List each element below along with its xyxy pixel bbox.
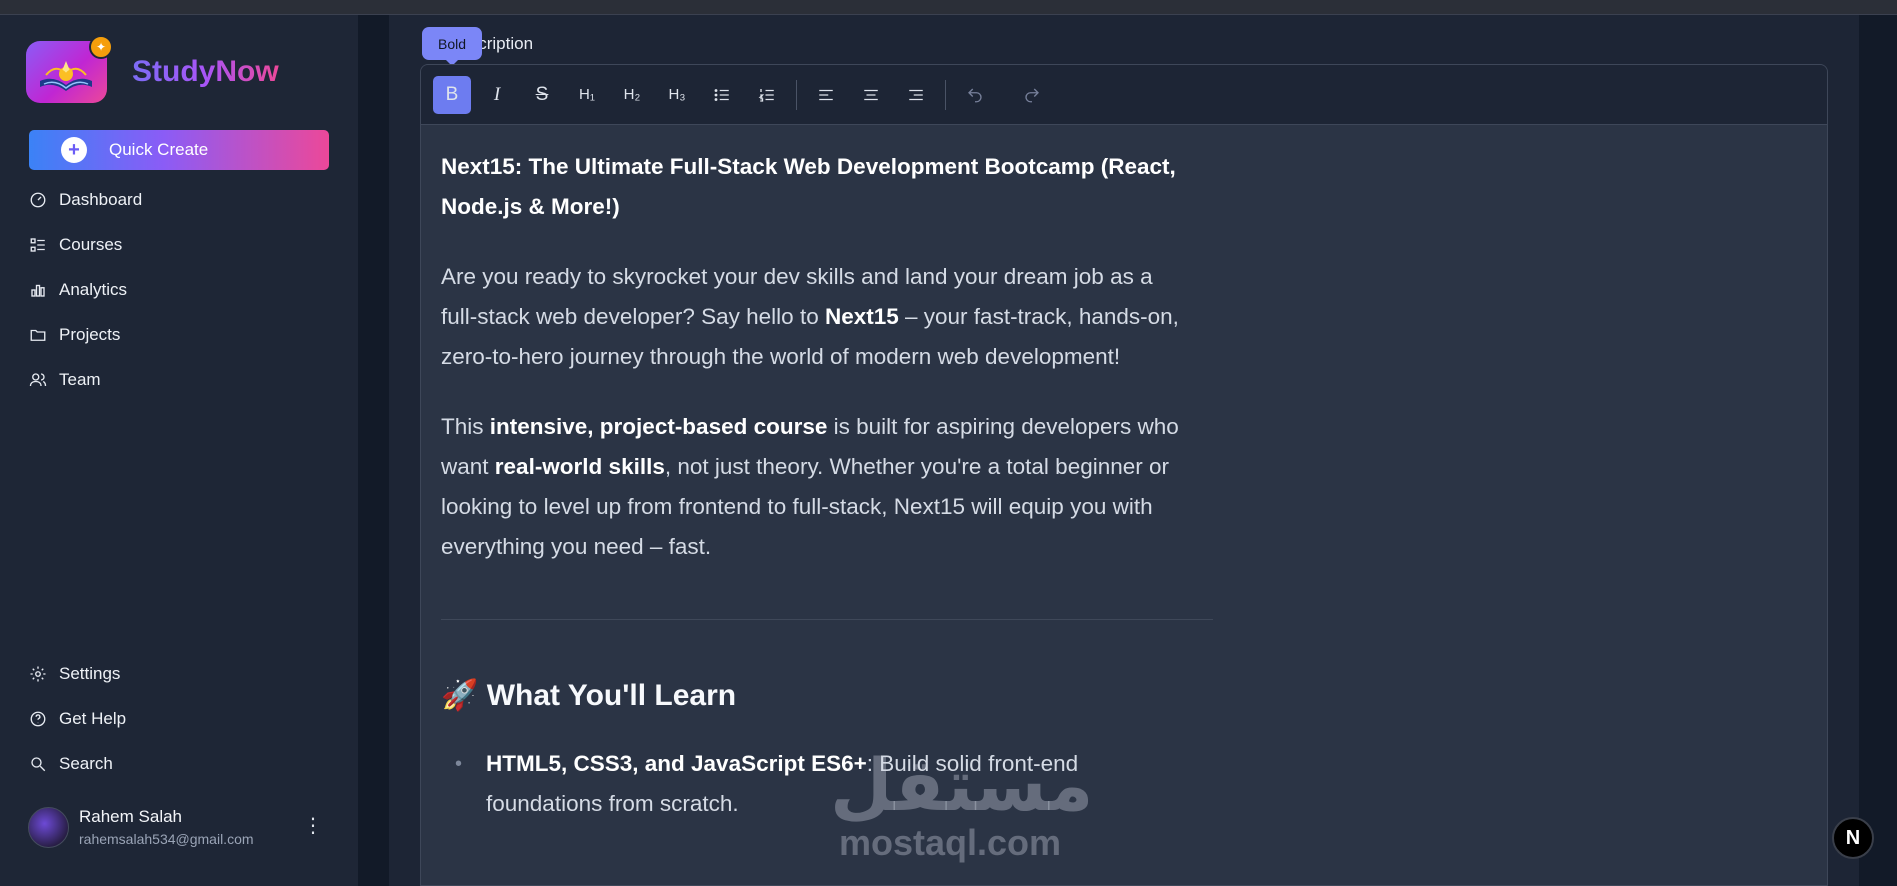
- align-left-icon: [819, 89, 833, 100]
- bold-icon: B: [445, 83, 459, 105]
- chart-icon: [31, 284, 45, 297]
- quick-create-button[interactable]: + Quick Create: [29, 130, 329, 170]
- redo-icon: [1025, 88, 1039, 102]
- course-title: Next15: The Ultimate Full-Stack Web Deve…: [441, 154, 1176, 219]
- search-icon: [31, 756, 46, 771]
- nav-item-team[interactable]: Team: [29, 357, 329, 402]
- nav-item-settings[interactable]: Settings: [29, 651, 329, 696]
- align-center-button[interactable]: [852, 76, 890, 114]
- browser-top-strip: [0, 0, 1897, 15]
- align-center-icon: [864, 89, 878, 100]
- editor-content[interactable]: Next15: The Ultimate Full-Stack Web Deve…: [421, 125, 1213, 846]
- section-heading: 🚀 What You'll Learn: [441, 679, 737, 712]
- brand-name: StudyNow: [132, 55, 279, 88]
- folder-icon: [30, 329, 46, 341]
- nav-label: Courses: [59, 234, 123, 254]
- nav-label: Dashboard: [59, 189, 143, 209]
- brand-logo: ✦: [26, 35, 113, 103]
- nav-label: Search: [59, 753, 113, 773]
- nav-label: Analytics: [59, 279, 128, 299]
- watermark-arabic: مستقل: [830, 743, 1094, 827]
- sidebar: ✦ StudyNow + Quick Create Dashboard Cour…: [0, 15, 358, 886]
- bold-tooltip: Bold: [422, 27, 482, 66]
- toolbar-divider: [796, 79, 797, 110]
- editor-toolbar: B I S H₁ H₂ H₃: [421, 65, 1827, 125]
- list-icon: [30, 237, 45, 252]
- strikethrough-icon: S: [535, 83, 549, 105]
- redo-button[interactable]: [1013, 76, 1051, 114]
- mostaql-watermark: مستقل mostaql.com: [830, 743, 1094, 863]
- align-left-button[interactable]: [807, 76, 845, 114]
- nav-item-dashboard[interactable]: Dashboard: [29, 177, 329, 222]
- help-icon: [30, 711, 46, 726]
- undo-button[interactable]: [956, 76, 994, 114]
- main-nav: Dashboard Courses Analytics Projects Tea…: [29, 177, 329, 402]
- dashboard-icon: [30, 192, 46, 207]
- horizontal-rule: [441, 619, 1213, 620]
- right-gutter: [1859, 15, 1897, 886]
- rich-text-editor: B I S H₁ H₂ H₃ Next15: The Ultimate Full: [420, 64, 1828, 886]
- undo-icon: [968, 88, 982, 102]
- more-vertical-icon[interactable]: ⋮: [303, 813, 323, 838]
- intro-paragraph: Are you ready to skyrocket your dev skil…: [441, 264, 1179, 369]
- user-email: rahemsalah534@gmail.com: [79, 831, 254, 847]
- nextjs-dev-badge[interactable]: N: [1832, 817, 1874, 859]
- secondary-nav: Settings Get Help Search: [29, 651, 329, 786]
- nav-item-projects[interactable]: Projects: [29, 312, 329, 357]
- heading-2-icon: H₂: [623, 86, 641, 103]
- italic-icon: I: [493, 83, 501, 105]
- left-gutter: [358, 15, 389, 886]
- align-right-button[interactable]: [897, 76, 935, 114]
- user-profile[interactable]: Rahem Salah rahemsalah534@gmail.com ⋮: [28, 797, 333, 857]
- sparkle-badge-icon: ✦: [89, 35, 113, 59]
- description-paragraph: This intensive, project-based course is …: [441, 414, 1179, 559]
- heading-1-button[interactable]: H₁: [568, 76, 606, 114]
- quick-create-label: Quick Create: [109, 140, 209, 159]
- heading-1-icon: H₁: [579, 86, 595, 103]
- ordered-list-button[interactable]: [748, 76, 786, 114]
- align-right-icon: [909, 89, 923, 100]
- nav-label: Projects: [59, 324, 121, 344]
- plus-circle-icon: +: [61, 137, 87, 163]
- watermark-latin: mostaql.com: [838, 822, 1062, 863]
- toolbar-divider: [945, 79, 946, 110]
- nav-label: Team: [59, 369, 101, 389]
- bold-button[interactable]: B: [433, 75, 471, 114]
- nav-item-courses[interactable]: Courses: [29, 222, 329, 267]
- users-icon: [29, 372, 47, 386]
- heading-3-icon: H₃: [668, 86, 686, 103]
- nav-item-search[interactable]: Search: [29, 741, 329, 786]
- avatar: [28, 806, 69, 848]
- bullet-list-icon: [714, 88, 729, 101]
- italic-button[interactable]: I: [478, 76, 516, 114]
- nav-label: Get Help: [59, 708, 127, 728]
- nav-label: Settings: [59, 663, 121, 683]
- user-name: Rahem Salah: [79, 807, 183, 826]
- ordered-list-icon: [758, 88, 774, 102]
- brand[interactable]: ✦ StudyNow: [26, 35, 279, 103]
- gear-icon: [30, 666, 46, 681]
- nav-item-get-help[interactable]: Get Help: [29, 696, 329, 741]
- strikethrough-button[interactable]: S: [523, 76, 561, 114]
- heading-2-button[interactable]: H₂: [613, 76, 651, 114]
- heading-3-button[interactable]: H₃: [658, 76, 696, 114]
- nav-item-analytics[interactable]: Analytics: [29, 267, 329, 312]
- bullet-list-button[interactable]: [703, 76, 741, 114]
